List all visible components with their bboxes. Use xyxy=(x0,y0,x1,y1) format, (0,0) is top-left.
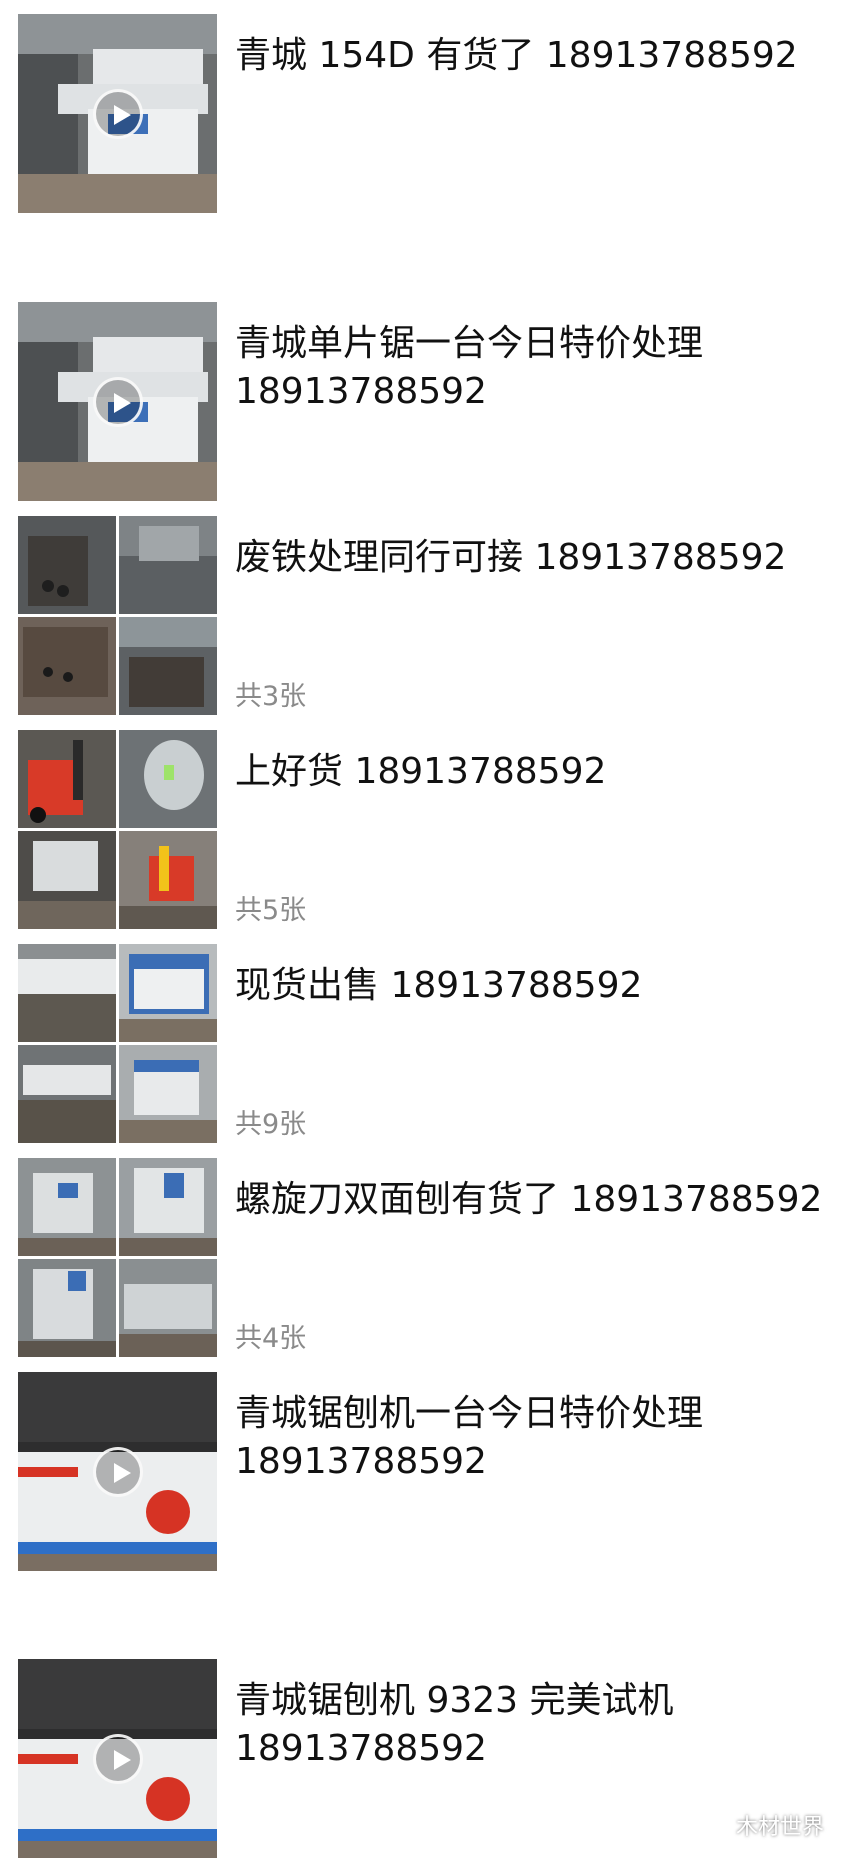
account-watermark: 木材世界 xyxy=(699,1809,824,1841)
image-count-label: 共3张 xyxy=(235,681,307,712)
post-text: 现货出售 18913788592 xyxy=(235,965,643,1006)
photo-tile[interactable] xyxy=(119,831,217,929)
photo-tile[interactable] xyxy=(119,617,217,715)
photo-tile[interactable] xyxy=(119,516,217,614)
post-text: 螺旋刀双面刨有货了 18913788592 xyxy=(235,1179,823,1220)
photo-tile[interactable] xyxy=(119,944,217,1042)
photo-tile[interactable] xyxy=(18,1045,116,1143)
image-count-label: 共9张 xyxy=(235,1109,307,1140)
photo-tile[interactable] xyxy=(18,831,116,929)
post-image-grid[interactable] xyxy=(18,1158,217,1357)
play-icon[interactable] xyxy=(92,376,143,427)
photo-tile[interactable] xyxy=(119,1158,217,1256)
post-image-grid[interactable] xyxy=(18,944,217,1143)
play-icon[interactable] xyxy=(92,1446,143,1497)
play-icon[interactable] xyxy=(92,1733,143,1784)
post-image-grid[interactable] xyxy=(18,516,217,715)
photo-tile[interactable] xyxy=(18,944,116,1042)
post-text: 青城锯刨机一台今日特价处理 18913788592 xyxy=(235,1393,704,1482)
post-video-thumbnail[interactable] xyxy=(18,302,217,501)
photo-tile[interactable] xyxy=(119,730,217,828)
image-count-label: 共4张 xyxy=(235,1323,307,1354)
post-text: 青城单片锯一台今日特价处理 18913788592 xyxy=(235,323,704,412)
post-video-thumbnail[interactable] xyxy=(18,1372,217,1571)
wechat-icon xyxy=(699,1814,729,1836)
photo-tile[interactable] xyxy=(18,617,116,715)
post-image-grid[interactable] xyxy=(18,730,217,929)
photo-tile[interactable] xyxy=(18,1259,116,1357)
post-text: 青城锯刨机 9323 完美试机 18913788592 xyxy=(235,1680,674,1769)
image-count-label: 共5张 xyxy=(235,895,307,926)
post-text: 废铁处理同行可接 18913788592 xyxy=(235,537,787,578)
photo-tile[interactable] xyxy=(119,1259,217,1357)
photo-tile[interactable] xyxy=(119,1045,217,1143)
photo-tile[interactable] xyxy=(18,516,116,614)
photo-tile[interactable] xyxy=(18,1158,116,1256)
moments-feed: 青城 154D 有货了 18913788592 青城单片锯一台今日特价处理 18… xyxy=(0,0,854,1859)
post-text: 青城 154D 有货了 18913788592 xyxy=(235,35,798,76)
play-icon[interactable] xyxy=(92,88,143,139)
post-video-thumbnail[interactable] xyxy=(18,1659,217,1858)
post-video-thumbnail[interactable] xyxy=(18,14,217,213)
post-text: 上好货 18913788592 xyxy=(235,751,607,792)
watermark-label: 木材世界 xyxy=(735,1815,824,1840)
photo-tile[interactable] xyxy=(18,730,116,828)
